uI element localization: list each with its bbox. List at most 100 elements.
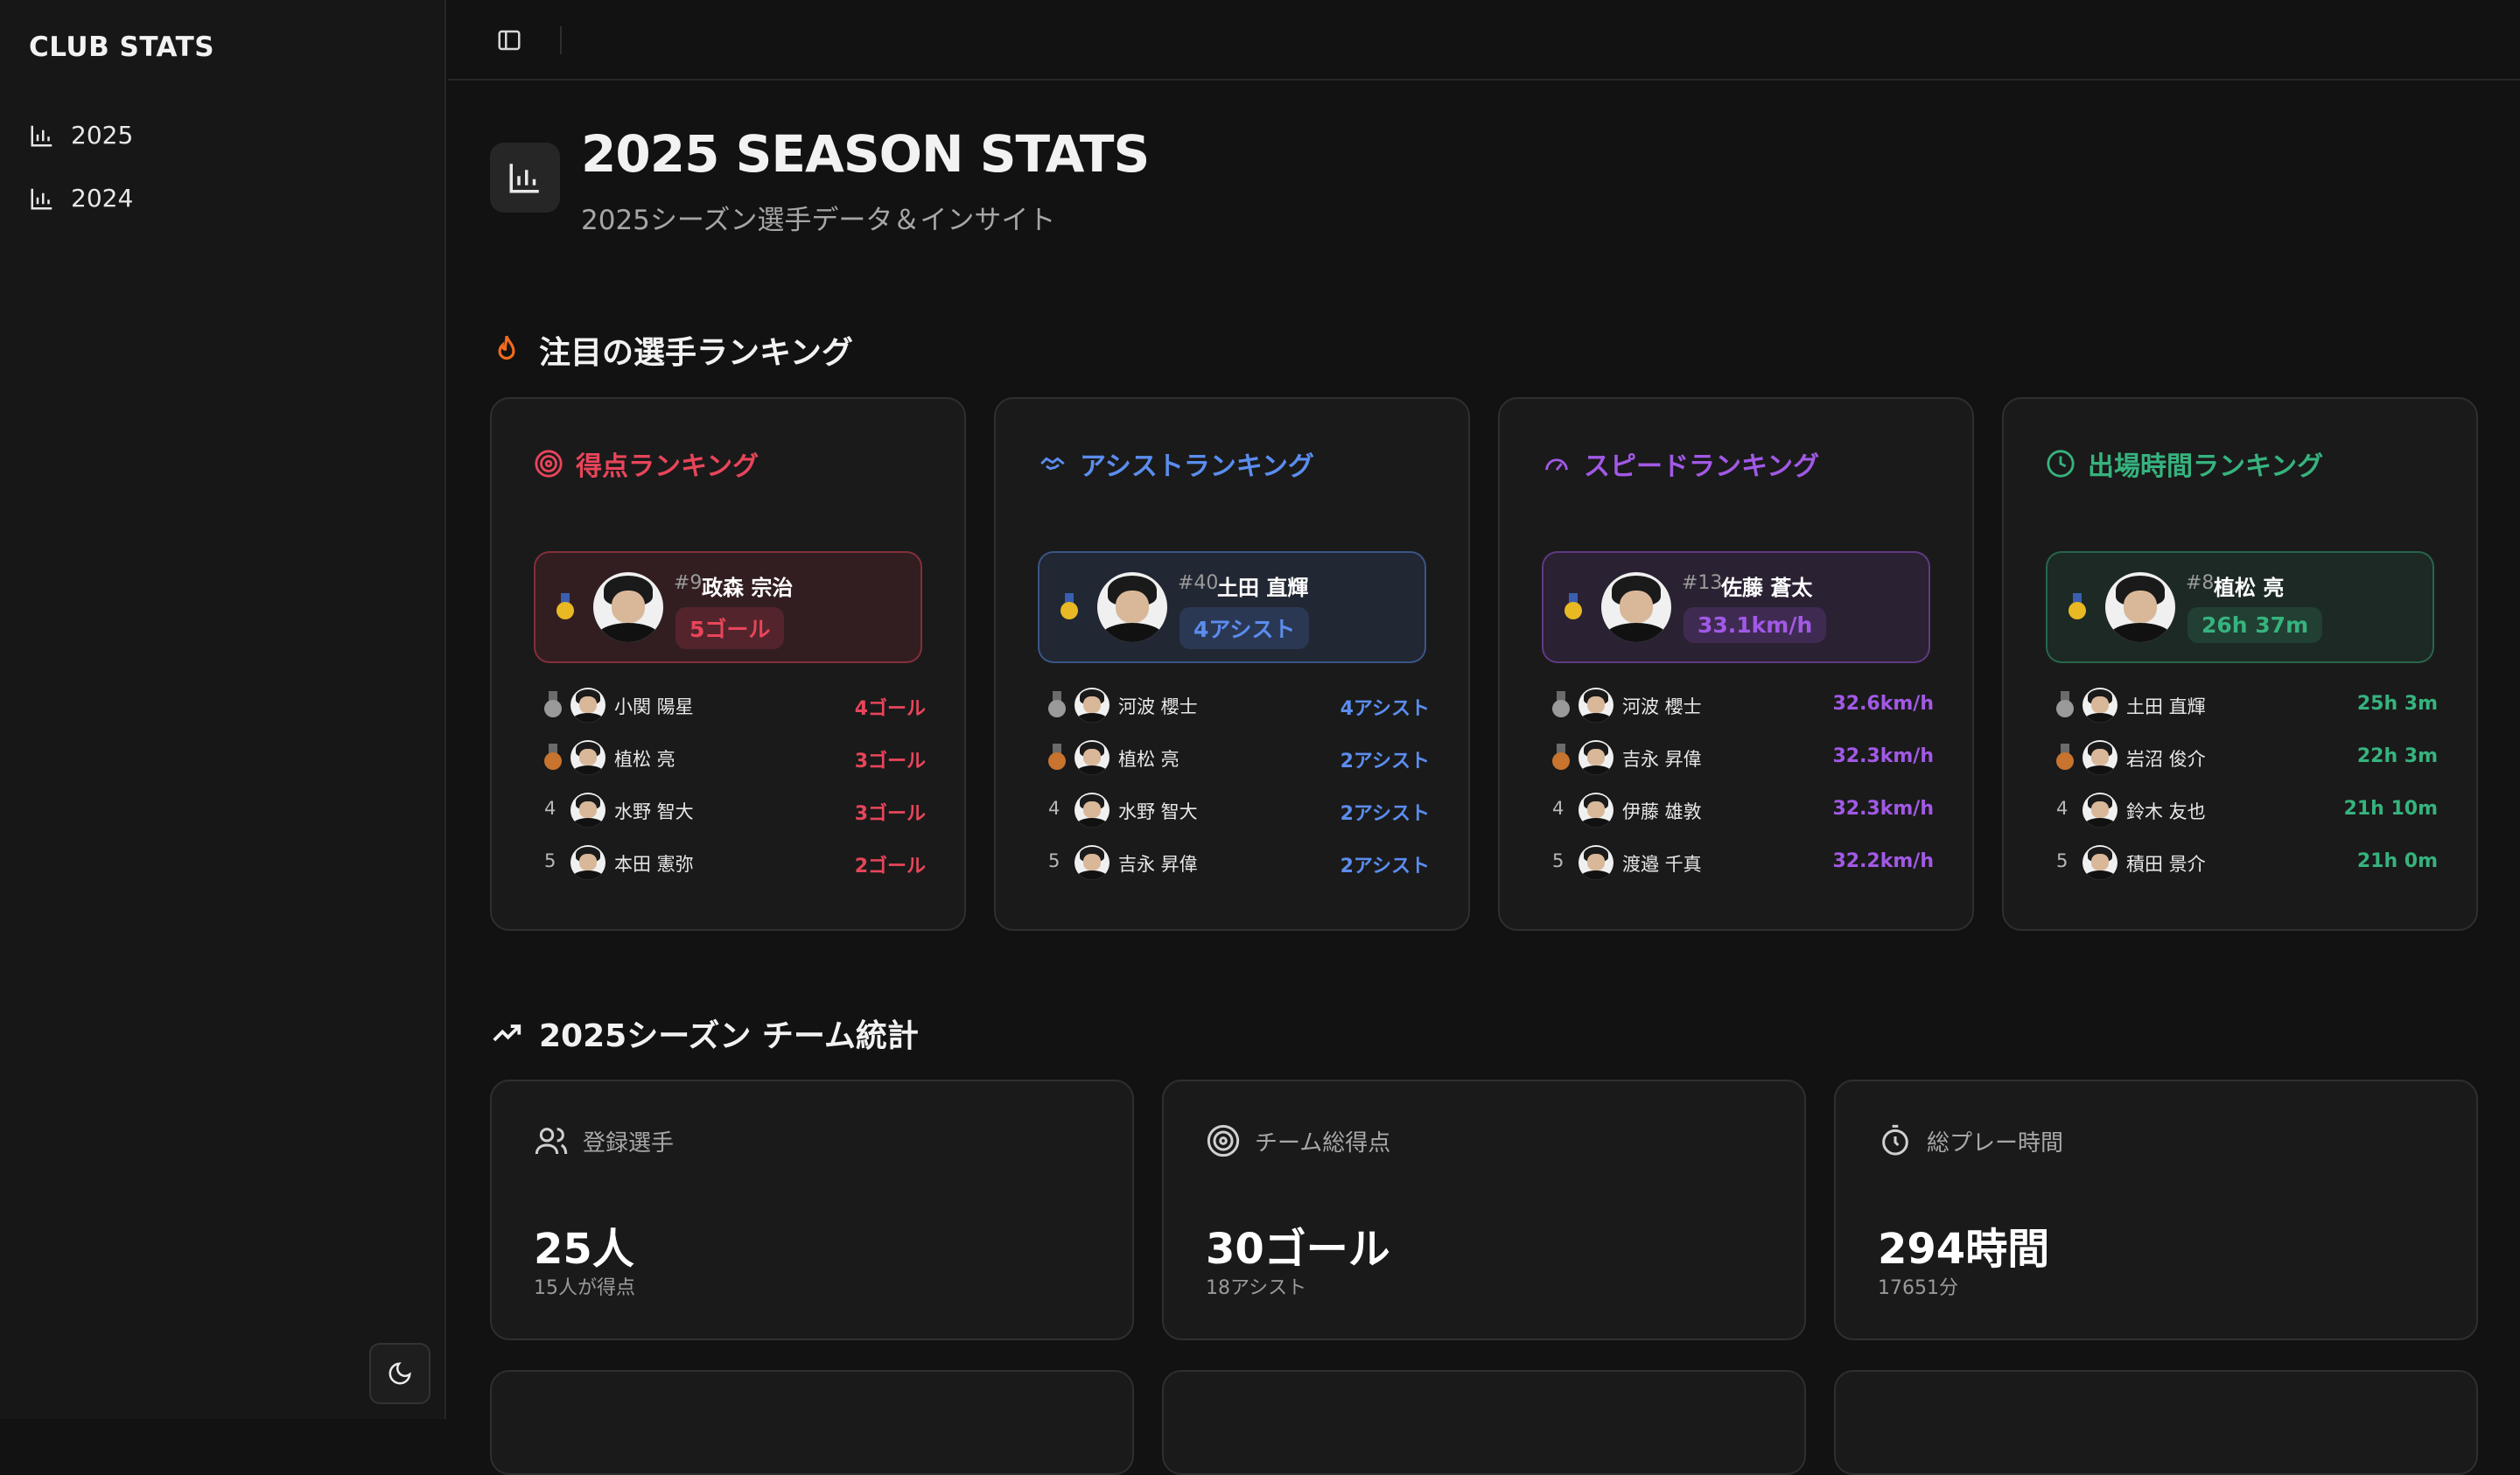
player-number: #13 (1682, 572, 1723, 594)
top-player[interactable]: #13 佐藤 蒼太 33.1km/h (1542, 551, 1930, 663)
rank-position: 5 (1048, 850, 1060, 871)
clock-icon (2047, 450, 2075, 478)
stat-card-partial (490, 1370, 1134, 1475)
ranking-row[interactable]: 5 本田 憲弥 2ゴール (534, 843, 926, 882)
bar-chart-icon (31, 125, 52, 146)
player-stat: 22h 3m (2356, 745, 2438, 767)
section-title-text: 注目の選手ランキング (539, 335, 853, 371)
avatar (1097, 572, 1167, 642)
rankings-section-title: 注目の選手ランキング (490, 327, 853, 373)
rank-position: 4 (544, 798, 556, 819)
stat-card-players: 登録選手 25人 15人が得点 (490, 1080, 1134, 1340)
ranking-card-goals: 得点ランキング #9 政森 宗治 5ゴール小関 陽星 4ゴール植松 亮 3ゴール 4 水野 智… (490, 397, 966, 931)
player-name: 岩沼 俊介 (2126, 749, 2206, 770)
ranking-row[interactable]: 土田 直輝 25h 3m (2046, 686, 2438, 724)
player-name: 吉永 昇偉 (1622, 749, 1702, 770)
ranking-row[interactable]: 岩沼 俊介 22h 3m (2046, 738, 2438, 777)
ranking-card-title: 得点ランキング (534, 444, 759, 483)
gauge-icon (1545, 458, 1568, 471)
player-stat: 3ゴール (854, 751, 926, 772)
player-stat: 25h 3m (2356, 693, 2438, 715)
target-icon (535, 450, 563, 478)
target-icon (1207, 1124, 1240, 1157)
avatar (593, 572, 663, 642)
stat-sub: 18アシスト (1206, 1277, 1307, 1299)
stat-sub: 17651分 (1878, 1277, 1958, 1299)
bar-chart-icon (509, 164, 539, 193)
ranking-row[interactable]: 4 鈴木 友也 21h 10m (2046, 791, 2438, 829)
avatar (2082, 740, 2118, 775)
ranking-row[interactable]: 5 吉永 昇偉 2アシスト (1038, 843, 1430, 882)
sidebar-item-label: 2024 (71, 184, 134, 213)
handshake-icon (1040, 457, 1065, 471)
player-name: 水野 智大 (614, 801, 694, 822)
ranking-row[interactable]: 河波 櫻士 32.6km/h (1542, 686, 1934, 724)
ranking-card-title-text: スピードランキング (1584, 451, 1820, 482)
player-name: 小関 陽星 (614, 696, 694, 717)
player-stat: 21h 0m (2356, 850, 2438, 872)
player-number: #40 (1178, 572, 1219, 594)
ranking-row[interactable]: 4 水野 智大 3ゴール (534, 791, 926, 829)
stat-card-partial (1162, 1370, 1806, 1475)
sidebar: CLUB STATS 2025 2024 (0, 0, 446, 1419)
avatar (2082, 688, 2118, 723)
player-stat: 32.3km/h (1832, 745, 1934, 767)
player-stat: 2アシスト (1340, 856, 1430, 877)
panel-left-icon (498, 30, 521, 51)
ranking-row[interactable]: 吉永 昇偉 32.3km/h (1542, 738, 1934, 777)
ranking-row[interactable]: 河波 櫻士 4アシスト (1038, 686, 1430, 724)
stat-label: 登録選手 (534, 1123, 674, 1158)
medal-icon (2054, 744, 2076, 772)
ranking-row[interactable]: 5 積田 景介 21h 0m (2046, 843, 2438, 882)
sidebar-item-2025[interactable]: 2025 (29, 121, 133, 150)
player-name: 植松 亮 (614, 749, 676, 770)
player-name: 植松 亮 (1118, 749, 1180, 770)
player-stat: 21h 10m (2343, 798, 2438, 820)
team-section-title: 2025シーズン チーム統計 (490, 1010, 919, 1056)
sidebar-item-label: 2025 (71, 121, 134, 150)
ranking-card-title: スピードランキング (1542, 444, 1819, 483)
brand-title: CLUB STATS (29, 31, 215, 63)
page-icon (490, 143, 560, 213)
player-name: 伊藤 雄敦 (1622, 801, 1702, 822)
avatar (1578, 740, 1614, 775)
player-name: 佐藤 蒼太 (1721, 576, 1813, 600)
avatar (1074, 793, 1110, 828)
top-player[interactable]: #9 政森 宗治 5ゴール (534, 551, 922, 663)
player-stat: 4ゴール (854, 698, 926, 720)
player-stat: 2アシスト (1340, 751, 1430, 772)
ranking-row[interactable]: 植松 亮 2アシスト (1038, 738, 1430, 777)
stat-value: 25人 (534, 1225, 634, 1274)
player-stat: 3ゴール (854, 803, 926, 825)
top-player[interactable]: #40 土田 直輝 4アシスト (1038, 551, 1426, 663)
stat-label: チーム総得点 (1206, 1123, 1390, 1158)
player-stat: 32.6km/h (1832, 693, 1934, 715)
rank-position: 4 (1552, 798, 1564, 819)
avatar (1074, 740, 1110, 775)
player-stat: 2ゴール (854, 856, 926, 877)
ranking-row[interactable]: 5 渡邉 千真 32.2km/h (1542, 843, 1934, 882)
player-stat: 33.1km/h (1684, 607, 1827, 643)
medal-icon (2067, 593, 2088, 621)
ranking-row[interactable]: 4 水野 智大 2アシスト (1038, 791, 1430, 829)
sidebar-toggle-button[interactable] (492, 23, 527, 58)
rank-position: 5 (1552, 850, 1564, 871)
trending-up-icon (493, 1024, 522, 1042)
ranking-row[interactable]: 植松 亮 3ゴール (534, 738, 926, 777)
avatar (1578, 688, 1614, 723)
avatar (570, 740, 606, 775)
player-name: 渡邉 千真 (1622, 854, 1702, 875)
ranking-row[interactable]: 小関 陽星 4ゴール (534, 686, 926, 724)
avatar (2105, 572, 2175, 642)
theme-toggle-button[interactable] (369, 1343, 430, 1404)
sidebar-item-2024[interactable]: 2024 (29, 184, 133, 213)
ranking-card-playtime: 出場時間ランキング #8 植松 亮 26h 37m 土田 直輝 25h 3m 岩沼 俊介 22… (2002, 397, 2478, 931)
ranking-card-title-text: 得点ランキング (576, 451, 760, 482)
ranking-row[interactable]: 4 伊藤 雄敦 32.3km/h (1542, 791, 1934, 829)
player-stat: 32.2km/h (1832, 850, 1934, 872)
top-player[interactable]: #8 植松 亮 26h 37m (2046, 551, 2434, 663)
player-name: 河波 櫻士 (1118, 696, 1198, 717)
flame-icon (498, 335, 515, 360)
player-name: 鈴木 友也 (2126, 801, 2206, 822)
player-name: 本田 憲弥 (614, 854, 694, 875)
